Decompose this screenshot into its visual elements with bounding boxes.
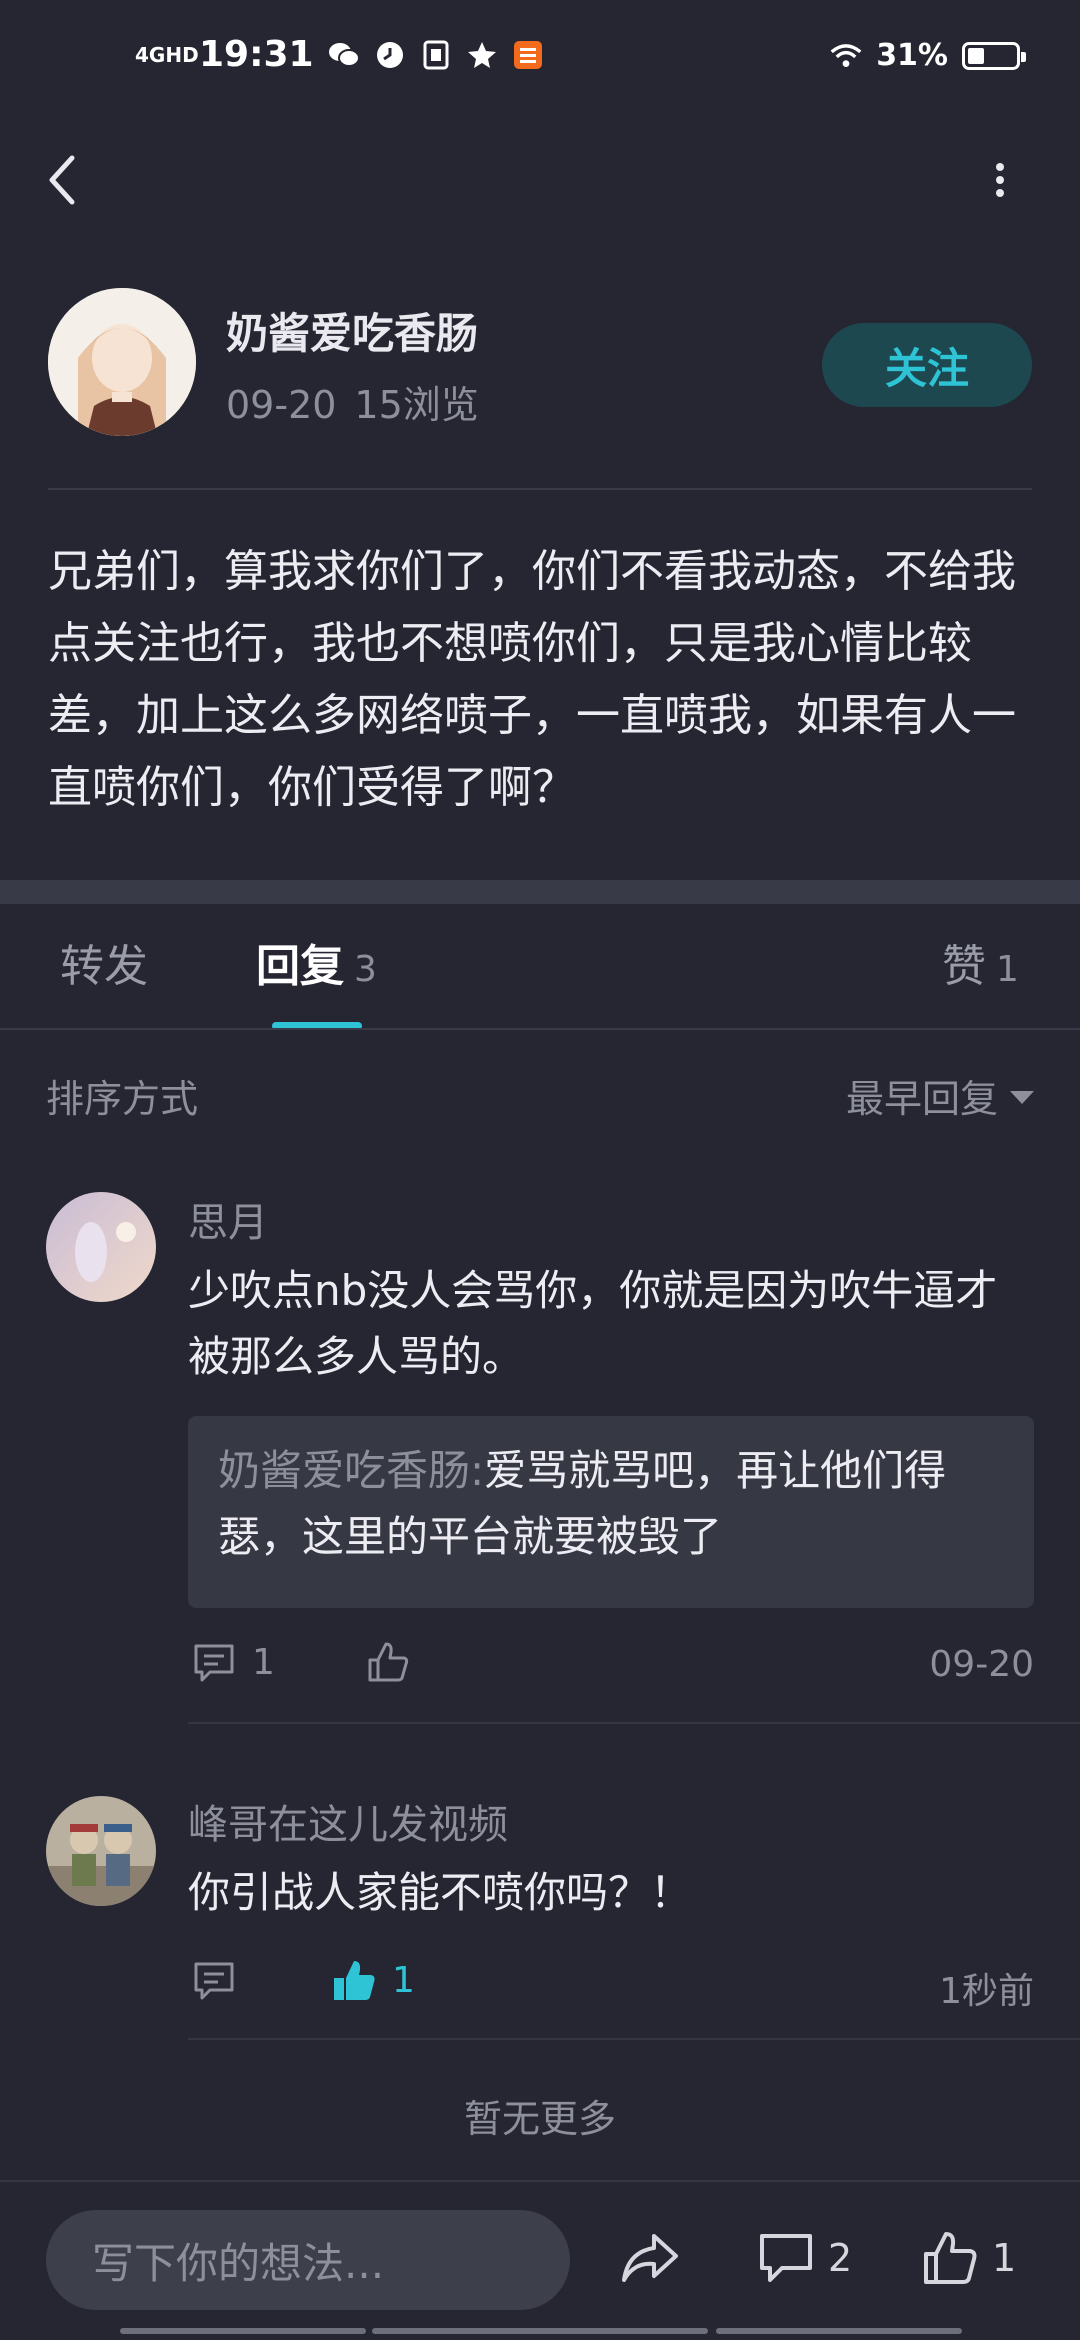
nav-gesture-bar[interactable] [716, 2328, 962, 2334]
like-count: 1 [392, 1959, 415, 2001]
tab-replies[interactable]: 回复 3 [256, 930, 377, 994]
tab-label: 回复 [256, 941, 344, 992]
divider [48, 488, 1032, 490]
post-date: 09-20 [226, 383, 337, 427]
comment-time: 1秒前 [939, 1971, 1034, 2012]
like-button[interactable] [366, 1640, 426, 1684]
back-arrow-icon [49, 155, 75, 205]
reply-count: 1 [252, 1641, 275, 1683]
sort-dropdown[interactable]: 最早回复 [846, 1068, 1034, 1123]
section-divider [0, 880, 1080, 904]
nav-gesture-bar[interactable] [372, 2328, 708, 2334]
comment-icon [760, 2234, 812, 2282]
reply-quote[interactable]: 奶酱爱吃香肠:爱骂就骂吧，再让他们得瑟，这里的平台就要被毁了 [188, 1416, 1034, 1608]
wechat-icon [328, 39, 360, 71]
star-icon [466, 39, 498, 71]
post-content: 兄弟们，算我求你们了，你们不看我动态，不给我点关注也行，我也不想喷你们，只是我心… [48, 546, 1016, 813]
back-button[interactable] [42, 150, 92, 210]
more-options-button[interactable] [985, 155, 1015, 205]
tab-label: 赞 [942, 941, 986, 992]
battery-icon [962, 41, 1026, 70]
thumbs-up-filled-icon [334, 1961, 375, 2000]
reply-button[interactable] [192, 1958, 252, 2002]
sort-value: 最早回复 [845, 1077, 998, 1121]
divider [188, 1722, 1080, 1724]
comment-count: 2 [828, 2236, 853, 2280]
tab-count: 1 [996, 949, 1019, 990]
more-dot-icon [996, 176, 1004, 184]
author-avatar[interactable] [48, 288, 196, 436]
share-button[interactable] [620, 2230, 680, 2286]
comment-time: 09-20 [929, 1644, 1034, 1685]
tab-label: 转发 [60, 941, 148, 992]
battery-percent: 31% [876, 38, 948, 73]
author-name[interactable]: 奶酱爱吃香肠 [226, 300, 478, 361]
caret-down-icon [1010, 1091, 1034, 1104]
thumbs-up-icon [924, 2232, 977, 2284]
wifi-icon [830, 40, 862, 72]
like-count: 1 [992, 2236, 1017, 2280]
commenter-avatar[interactable] [46, 1796, 156, 1906]
more-dot-icon [996, 189, 1004, 197]
post-views: 15浏览 [354, 383, 479, 427]
commenter-name[interactable]: 思月 [188, 1190, 268, 1248]
commenter-name[interactable]: 峰哥在这儿发视频 [188, 1792, 508, 1850]
more-dot-icon [996, 163, 1004, 171]
network-indicator: 4GHD [135, 42, 199, 67]
nav-gesture-bar[interactable] [120, 2328, 366, 2334]
status-bar: 4GHD 19:31 31% [0, 0, 1080, 120]
comment-text: 少吹点nb没人会骂你，你就是因为吹牛逼才被那么多人骂的。 [188, 1266, 998, 1381]
divider [0, 1028, 1080, 1030]
sim-icon [420, 39, 452, 71]
share-icon [622, 2234, 678, 2282]
comment-icon [194, 1644, 234, 1682]
commenter-avatar[interactable] [46, 1192, 156, 1302]
thumbs-up-icon [368, 1642, 409, 1682]
comments-button[interactable]: 2 [758, 2230, 852, 2286]
comment-icon [194, 1962, 234, 2000]
no-more-text: 暂无更多 [463, 2097, 616, 2141]
like-post-button[interactable]: 1 [922, 2230, 1016, 2286]
tab-count: 3 [354, 949, 377, 990]
reply-button[interactable]: 1 [192, 1640, 275, 1684]
comment-text: 你引战人家能不喷你吗？！ [188, 1868, 693, 1917]
post-meta: 09-20 15浏览 [226, 374, 497, 429]
like-button[interactable]: 1 [332, 1958, 415, 2002]
tab-repost[interactable]: 转发 [60, 930, 148, 994]
reply-separator: : [470, 1446, 485, 1495]
follow-button[interactable]: 关注 [822, 323, 1032, 407]
sort-label: 排序方式 [46, 1077, 199, 1121]
clock-icon [374, 39, 406, 71]
tab-likes[interactable]: 赞 1 [942, 930, 1019, 994]
reply-author: 奶酱爱吃香肠 [218, 1446, 471, 1495]
divider [188, 2038, 1080, 2040]
comment-input[interactable]: 写下你的想法... [46, 2210, 570, 2310]
status-time: 19:31 [199, 34, 314, 75]
bank-app-icon [512, 39, 544, 71]
